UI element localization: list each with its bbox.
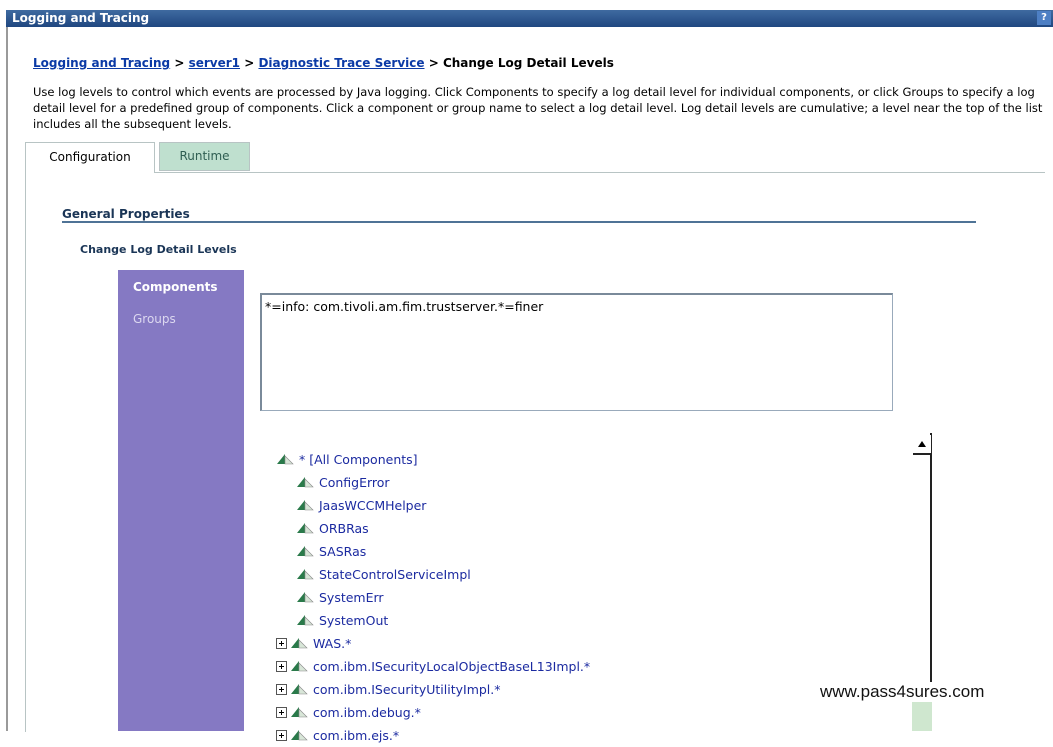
page-description: Use log levels to control which events a… — [33, 85, 1043, 131]
watermark: www.pass4sures.com — [820, 682, 985, 702]
log-detail-spec-field[interactable] — [260, 293, 893, 411]
section-divider — [62, 221, 976, 223]
log-level-icon — [291, 638, 308, 649]
log-level-icon — [297, 477, 314, 488]
tree-item[interactable]: com.ibm.ejs.* — [276, 724, 916, 747]
general-properties-heading: General Properties — [62, 207, 190, 221]
tree-item-label[interactable]: com.ibm.ejs.* — [313, 728, 399, 743]
tree-item-label[interactable]: SASRas — [319, 544, 366, 559]
expand-icon[interactable] — [276, 638, 287, 649]
tree-item-label[interactable]: com.ibm.ISecurityUtilityImpl.* — [313, 682, 501, 697]
log-level-icon — [297, 569, 314, 580]
tree-item-label[interactable]: com.ibm.debug.* — [313, 705, 421, 720]
tree-root-all-components[interactable]: * [All Components] — [276, 448, 916, 471]
breadcrumb: Logging and Tracing > server1 > Diagnost… — [33, 56, 614, 70]
expand-icon[interactable] — [276, 684, 287, 695]
log-level-icon — [297, 592, 314, 603]
expand-icon[interactable] — [276, 730, 287, 741]
tree-item-label[interactable]: * [All Components] — [299, 452, 418, 467]
tree-item[interactable]: StateControlServiceImpl — [276, 563, 916, 586]
log-level-icon — [297, 500, 314, 511]
tree-item-label[interactable]: WAS.* — [313, 636, 351, 651]
breadcrumb-current: Change Log Detail Levels — [442, 56, 614, 70]
component-group-nav: Components Groups — [118, 270, 244, 731]
tree-item[interactable]: ConfigError — [276, 471, 916, 494]
tree-item[interactable]: JaasWCCMHelper — [276, 494, 916, 517]
expand-icon[interactable] — [276, 661, 287, 672]
log-level-icon — [291, 684, 308, 695]
tab-runtime[interactable]: Runtime — [159, 142, 250, 171]
log-level-icon — [297, 523, 314, 534]
tree-item[interactable]: ORBRas — [276, 517, 916, 540]
tree-item[interactable]: SystemOut — [276, 609, 916, 632]
component-tree: * [All Components] ConfigError JaasWCCMHel… — [276, 448, 916, 747]
tab-configuration[interactable]: Configuration — [25, 142, 155, 173]
tree-item[interactable]: SystemErr — [276, 586, 916, 609]
window-title-bar: Logging and Tracing ? — [6, 10, 1053, 27]
breadcrumb-diagnostic-trace-service[interactable]: Diagnostic Trace Service — [258, 56, 424, 70]
breadcrumb-server1[interactable]: server1 — [189, 56, 240, 70]
help-icon[interactable]: ? — [1037, 11, 1051, 25]
log-level-icon — [297, 615, 314, 626]
scroll-up-arrow-icon[interactable] — [913, 435, 931, 455]
breadcrumb-logging-and-tracing[interactable]: Logging and Tracing — [33, 56, 170, 70]
log-level-icon — [291, 661, 308, 672]
tree-item[interactable]: SASRas — [276, 540, 916, 563]
log-level-icon — [277, 454, 294, 465]
breadcrumb-separator: > — [428, 56, 439, 70]
frame-border — [6, 27, 8, 731]
tree-item[interactable]: com.ibm.debug.* — [276, 701, 916, 724]
tree-item-label[interactable]: ConfigError — [319, 475, 390, 490]
log-level-icon — [291, 707, 308, 718]
tree-item-label[interactable]: ORBRas — [319, 521, 369, 536]
tree-item-label[interactable]: com.ibm.ISecurityLocalObjectBaseL13Impl.… — [313, 659, 590, 674]
expand-icon[interactable] — [276, 707, 287, 718]
change-log-detail-levels-heading: Change Log Detail Levels — [80, 243, 237, 256]
tree-item[interactable]: WAS.* — [276, 632, 916, 655]
tree-item-label[interactable]: JaasWCCMHelper — [319, 498, 426, 513]
nav-components[interactable]: Components — [133, 280, 218, 294]
breadcrumb-separator: > — [174, 56, 185, 70]
window-title: Logging and Tracing — [12, 11, 150, 25]
breadcrumb-separator: > — [244, 56, 255, 70]
tree-item-label[interactable]: StateControlServiceImpl — [319, 567, 471, 582]
log-level-icon — [297, 546, 314, 557]
nav-groups[interactable]: Groups — [133, 312, 176, 326]
tree-item[interactable]: com.ibm.ISecurityLocalObjectBaseL13Impl.… — [276, 655, 916, 678]
tree-item-label[interactable]: SystemErr — [319, 590, 384, 605]
tree-item-label[interactable]: SystemOut — [319, 613, 388, 628]
